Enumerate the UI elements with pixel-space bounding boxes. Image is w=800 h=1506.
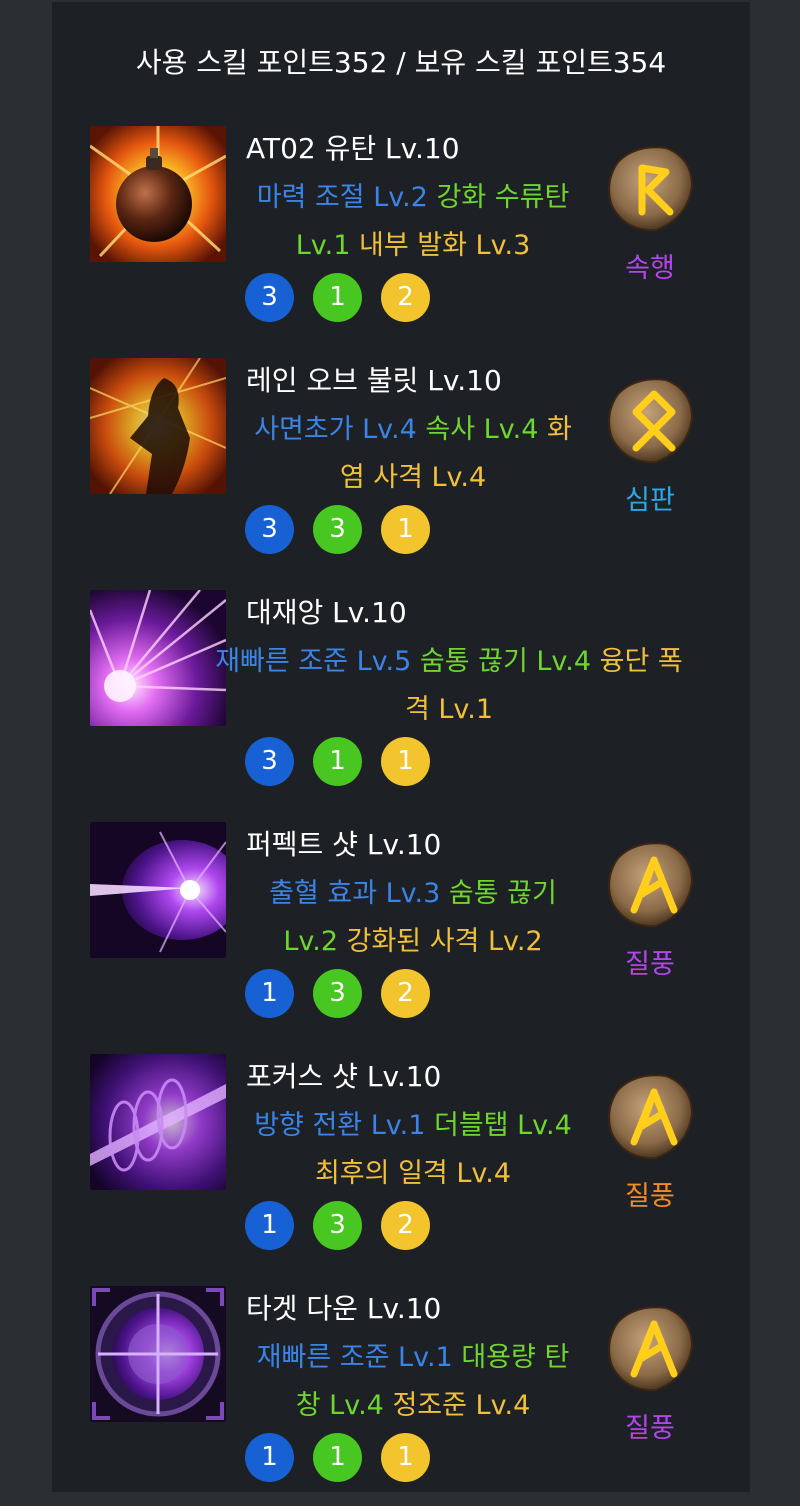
rune-gale-icon [596,1064,704,1168]
tripod-2: 더블탭 Lv.4 [434,1110,572,1141]
tripod-2-badge: 1 [313,273,362,322]
rain-of-bullets-skill-icon [90,358,226,494]
target-down-skill-icon [90,1286,226,1422]
tripod-3: 내부 발화 Lv.3 [359,230,531,261]
tripod-list: 출혈 효과 Lv.3 숨통 끊기 Lv.2 강화된 사격 Lv.2 [246,870,580,966]
perfect-shot-skill-icon [90,822,226,958]
rune-haste-icon [596,136,704,240]
skill-name: 레인 오브 불릿 Lv.10 [246,364,502,397]
skill-panel: 사용 스킬 포인트352 / 보유 스킬 포인트354 AT02 유탄 Lv.1… [52,2,750,1492]
tripod-3: 최후의 일격 Lv.4 [314,1158,512,1189]
tripod-3: 강화된 사격 Lv.2 [346,926,543,957]
tripod-1: 방향 전환 Lv.1 [254,1110,426,1141]
rune-name: 심판 [625,485,675,516]
tripod-2-badge: 3 [313,969,362,1018]
skill-row[interactable]: 레인 오브 불릿 Lv.10 사면초가 Lv.4 속사 Lv.4 화염 사격 L… [52,358,750,578]
rune-gale-icon [596,1296,704,1400]
skill-name: 대재앙 Lv.10 [246,596,407,629]
tripod-2-badge: 1 [313,737,362,786]
tripod-2-badge: 3 [313,1201,362,1250]
skill-name: AT02 유탄 Lv.10 [246,132,460,165]
tripod-3-badge: 1 [381,737,430,786]
tripod-1-badge: 3 [245,505,294,554]
skill-row[interactable]: 퍼펙트 샷 Lv.10 출혈 효과 Lv.3 숨통 끊기 Lv.2 강화된 사격… [52,822,750,1042]
rune-name: 질풍 [625,1181,675,1212]
rune-name: 질풍 [625,949,675,980]
skill-row[interactable]: 타겟 다운 Lv.10 재빠른 조준 Lv.1 대용량 탄창 Lv.4 정조준 … [52,1286,750,1506]
rune-judgment-icon [596,368,704,472]
tripod-1-badge: 1 [245,1201,294,1250]
tripod-1-badge: 3 [245,273,294,322]
tripod-1: 마력 조절 Lv.2 [256,182,428,213]
tripod-1: 사면초가 Lv.4 [254,414,417,445]
tripod-3: 정조준 Lv.4 [392,1390,531,1421]
tripod-3-badge: 2 [381,969,430,1018]
tripod-1-badge: 1 [245,1433,294,1482]
tripod-1: 출혈 효과 Lv.3 [269,878,441,909]
tripod-1: 재빠른 조준 Lv.1 [256,1342,453,1373]
skill-name: 타겟 다운 Lv.10 [246,1292,442,1325]
tripod-2: 속사 Lv.4 [425,414,539,445]
tripod-2-badge: 3 [313,505,362,554]
tripod-1-badge: 3 [245,737,294,786]
focus-shot-skill-icon [90,1054,226,1190]
rune-name: 속행 [625,253,675,284]
skill-name: 포커스 샷 Lv.10 [246,1060,442,1093]
skill-row[interactable]: 대재앙 Lv.10 재빠른 조준 Lv.5 숨통 끊기 Lv.4 융단 폭격 L… [52,590,750,810]
tripod-1: 재빠른 조준 Lv.5 [215,646,412,677]
grenade-skill-icon [90,126,226,262]
tripod-3-badge: 2 [381,273,430,322]
tripod-1-badge: 1 [245,969,294,1018]
skill-row[interactable]: AT02 유탄 Lv.10 마력 조절 Lv.2 강화 수류탄 Lv.1 내부 … [52,126,750,346]
rune-gale-icon [596,832,704,936]
tripod-list: 재빠른 조준 Lv.5 숨통 끊기 Lv.4 융단 폭격 Lv.1 [214,638,684,734]
skill-row[interactable]: 포커스 샷 Lv.10 방향 전환 Lv.1 더블탭 Lv.4 최후의 일격 L… [52,1054,750,1274]
tripod-2-badge: 1 [313,1433,362,1482]
tripod-3-badge: 2 [381,1201,430,1250]
tripod-3-badge: 1 [381,1433,430,1482]
tripod-list: 사면초가 Lv.4 속사 Lv.4 화염 사격 Lv.4 [246,406,580,502]
skill-point-summary: 사용 스킬 포인트352 / 보유 스킬 포인트354 [135,46,667,79]
rune-name: 질풍 [625,1413,675,1444]
tripod-list: 마력 조절 Lv.2 강화 수류탄 Lv.1 내부 발화 Lv.3 [246,174,580,270]
tripod-list: 방향 전환 Lv.1 더블탭 Lv.4 최후의 일격 Lv.4 [246,1102,580,1198]
tripod-list: 재빠른 조준 Lv.1 대용량 탄창 Lv.4 정조준 Lv.4 [246,1334,580,1430]
skill-name: 퍼펙트 샷 Lv.10 [246,828,442,861]
tripod-3-badge: 1 [381,505,430,554]
tripod-2: 숨통 끊기 Lv.4 [419,646,592,677]
catastrophe-skill-icon [90,590,226,726]
